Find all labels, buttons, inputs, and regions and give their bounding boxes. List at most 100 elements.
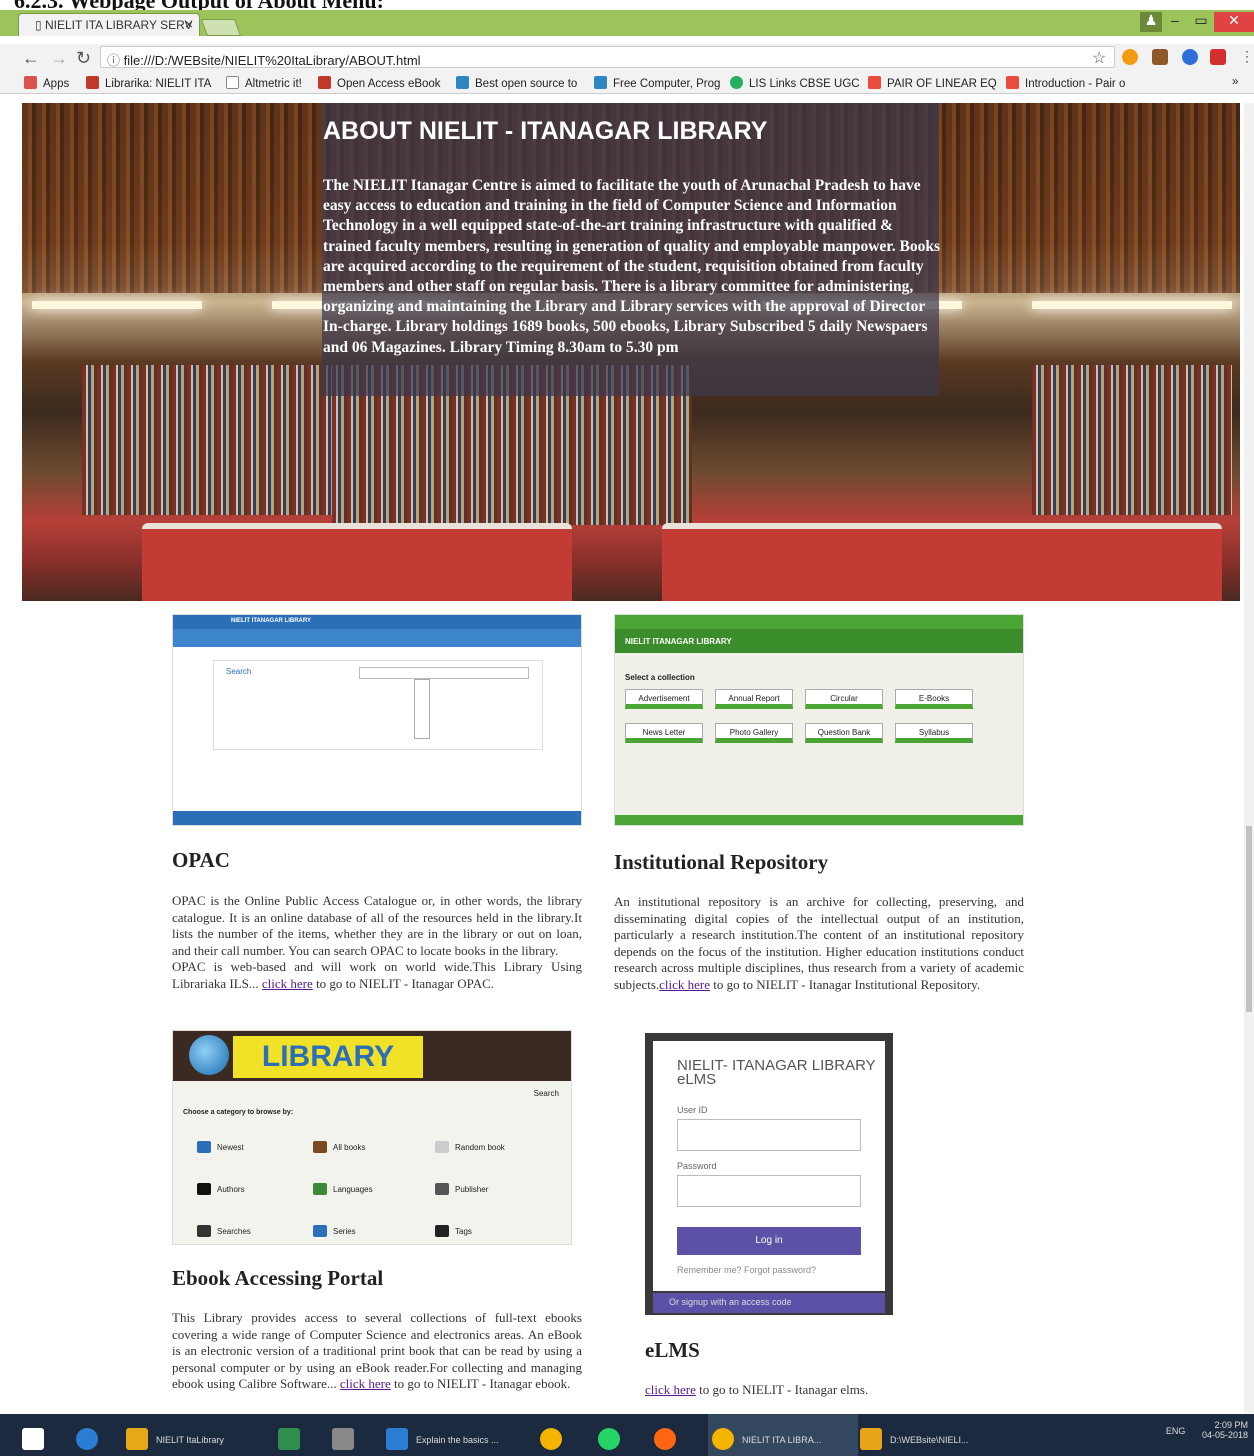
taskbar-item-active[interactable]: NIELIT ITA LIBRA... bbox=[708, 1414, 858, 1456]
tab-title: NIELIT ITA LIBRARY SERV bbox=[44, 18, 193, 32]
elms-screenshot: NIELIT- ITANAGAR LIBRARY eLMS User ID Pa… bbox=[645, 1033, 893, 1315]
taskbar-item[interactable]: D:\WEBsite\NIELI... bbox=[860, 1414, 969, 1456]
bookmark-star-icon[interactable]: ☆ bbox=[1092, 48, 1106, 68]
taskbar-item[interactable] bbox=[332, 1414, 362, 1456]
document-heading: 6.2.3. Webpage Output of About Menu: bbox=[14, 0, 384, 13]
ebook-title: Ebook Accessing Portal bbox=[172, 1266, 384, 1290]
user-icon[interactable]: ♟ bbox=[1140, 12, 1162, 32]
browser-tab[interactable]: ▯ NIELIT ITA LIBRARY SERV × bbox=[18, 13, 200, 36]
vertical-scrollbar[interactable] bbox=[1244, 103, 1254, 1413]
ebook-category: Newest bbox=[197, 1141, 244, 1153]
ebook-category: All books bbox=[313, 1141, 365, 1153]
opac-header: NIELIT ITANAGAR LIBRARY bbox=[173, 615, 581, 629]
taskbar-item[interactable]: NIELIT ItaLibrary bbox=[126, 1414, 224, 1456]
bookmark-item[interactable]: Best open source to bbox=[456, 76, 577, 90]
repository-button: News Letter bbox=[625, 723, 703, 743]
repository-button: Circular bbox=[805, 689, 883, 709]
hero-title: ABOUT NIELIT - ITANAGAR LIBRARY bbox=[323, 117, 768, 145]
elms-user-field bbox=[677, 1119, 861, 1151]
light-fixture bbox=[32, 301, 202, 309]
ebook-category: Tags bbox=[435, 1225, 472, 1237]
chrome-icon bbox=[540, 1428, 562, 1450]
start-button[interactable] bbox=[22, 1414, 52, 1456]
opac-text-1: OPAC is the Online Public Access Catalog… bbox=[172, 893, 582, 958]
bookmark-item[interactable]: Free Computer, Prog bbox=[594, 76, 720, 90]
bookshelf-image bbox=[1032, 365, 1232, 515]
elms-link[interactable]: click here bbox=[645, 1382, 696, 1397]
menu-icon[interactable]: ⋮ bbox=[1240, 48, 1254, 65]
back-icon[interactable]: ← bbox=[22, 48, 40, 69]
elms-description: click here to go to NIELIT - Itanagar el… bbox=[645, 1382, 1045, 1399]
taskbar-item[interactable] bbox=[654, 1414, 684, 1456]
bookmark-item[interactable]: Open Access eBook bbox=[318, 76, 441, 90]
extension-icon[interactable] bbox=[1182, 49, 1198, 65]
repository-text-end: to go to NIELIT - Itanagar Institutional… bbox=[710, 976, 981, 992]
extension-icon[interactable] bbox=[1210, 49, 1226, 65]
elms-logo: NIELIT- ITANAGAR LIBRARY eLMS bbox=[677, 1057, 876, 1088]
elms-login-button: Log in bbox=[677, 1227, 861, 1255]
opac-header-text: NIELIT ITANAGAR LIBRARY bbox=[231, 618, 311, 624]
desk-image bbox=[142, 523, 572, 601]
ebook-category: Random book bbox=[435, 1141, 505, 1153]
repository-button: Syllabus bbox=[895, 723, 973, 743]
taskbar-item[interactable] bbox=[278, 1414, 308, 1456]
taskbar-item[interactable] bbox=[540, 1414, 570, 1456]
folder-icon bbox=[126, 1428, 148, 1450]
opac-dropdown bbox=[414, 679, 430, 739]
firefox-icon bbox=[654, 1428, 676, 1450]
bookmark-item[interactable]: Apps bbox=[24, 76, 69, 90]
close-window-button[interactable]: ✕ bbox=[1214, 12, 1254, 32]
elms-signup-strip: Or signup with an access code bbox=[653, 1293, 885, 1313]
close-tab-icon[interactable]: × bbox=[185, 16, 193, 32]
maximize-button[interactable]: ▭ bbox=[1188, 12, 1214, 32]
opac-search-box bbox=[359, 667, 529, 679]
forward-icon[interactable]: → bbox=[50, 48, 68, 69]
repository-title: Institutional Repository bbox=[614, 850, 829, 874]
ebook-link[interactable]: click here bbox=[340, 1376, 391, 1391]
repository-link[interactable]: click here bbox=[659, 977, 710, 992]
scrollbar-thumb[interactable] bbox=[1246, 826, 1252, 1012]
bookmark-icon bbox=[594, 76, 607, 89]
ebook-category: Authors bbox=[197, 1183, 245, 1195]
repository-footer bbox=[615, 815, 1023, 825]
bookmark-item[interactable]: Introduction - Pair o bbox=[1006, 76, 1125, 90]
ebook-browse-label: Choose a category to browse by: bbox=[183, 1109, 294, 1116]
taskbar-item[interactable]: Explain the basics ... bbox=[386, 1414, 499, 1456]
opac-text-3: to go to NIELIT - Itanagar OPAC. bbox=[312, 975, 495, 991]
language-indicator[interactable]: ENG bbox=[1166, 1426, 1186, 1436]
extension-icon[interactable] bbox=[1152, 49, 1168, 65]
opac-search-label: Search bbox=[226, 667, 252, 676]
sublime-icon bbox=[860, 1428, 882, 1450]
elms-remember: Remember me? Forgot password? bbox=[677, 1265, 817, 1275]
reload-icon[interactable]: ↻ bbox=[76, 48, 91, 69]
bookmarks-overflow-icon[interactable]: » bbox=[1232, 76, 1238, 88]
clock[interactable]: 2:09 PM 04-05-2018 bbox=[1202, 1420, 1248, 1440]
elms-text: to go to NIELIT - Itanagar elms. bbox=[695, 1382, 869, 1397]
ebook-screenshot: LIBRARY Search Choose a category to brow… bbox=[172, 1030, 572, 1245]
elms-login-panel: NIELIT- ITANAGAR LIBRARY eLMS User ID Pa… bbox=[653, 1041, 885, 1291]
opac-screenshot: NIELIT ITANAGAR LIBRARY Search bbox=[172, 614, 582, 826]
librarika-icon bbox=[86, 76, 99, 89]
opac-link[interactable]: click here bbox=[262, 976, 313, 991]
url-input[interactable]: ⓘ file:///D:/WEBsite/NIELIT%20ItaLibrary… bbox=[100, 46, 1115, 68]
youtube-icon bbox=[868, 76, 881, 89]
repository-button: Photo Gallery bbox=[715, 723, 793, 743]
clock-date: 04-05-2018 bbox=[1201, 1430, 1248, 1440]
elms-user-label: User ID bbox=[677, 1105, 708, 1115]
taskbar-item[interactable] bbox=[598, 1414, 628, 1456]
elms-title: eLMS bbox=[645, 1338, 700, 1362]
bookmark-item[interactable]: Altmetric it! bbox=[226, 76, 302, 90]
page-icon: ▯ bbox=[35, 18, 45, 32]
repository-screenshot: NIELIT ITANAGAR LIBRARY Select a collect… bbox=[614, 614, 1024, 826]
system-tray: ENG 2:09 PM 04-05-2018 bbox=[1166, 1420, 1248, 1440]
taskbar-item[interactable] bbox=[76, 1414, 106, 1456]
bookmark-item[interactable]: LIS Links CBSE UGC bbox=[730, 76, 860, 90]
bookmark-item[interactable]: Librarika: NIELIT ITA bbox=[86, 76, 211, 90]
elms-password-field bbox=[677, 1175, 861, 1207]
bookmark-item[interactable]: PAIR OF LINEAR EQ bbox=[868, 76, 997, 90]
bookmarks-bar: Apps Librarika: NIELIT ITA Altmetric it!… bbox=[0, 72, 1254, 94]
extension-icon[interactable] bbox=[1122, 49, 1138, 65]
repository-button: Advertisement bbox=[625, 689, 703, 709]
minimize-button[interactable]: – bbox=[1162, 12, 1188, 32]
new-tab-button[interactable] bbox=[200, 19, 242, 36]
